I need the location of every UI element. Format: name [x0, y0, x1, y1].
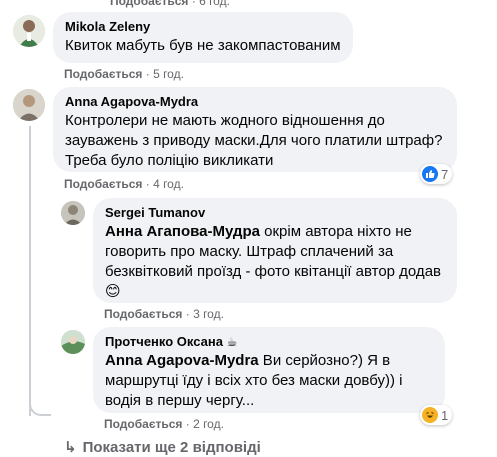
comment-text: Квиток мабуть був не закомпастованим: [65, 37, 341, 54]
comment-meta: Подобається · 4 год.: [64, 177, 184, 191]
avatar-image-icon: [61, 201, 85, 225]
reply-thread-line: [29, 126, 31, 416]
timestamp: 2 год.: [193, 417, 224, 431]
reaction-summary[interactable]: 1: [420, 405, 453, 425]
avatar-image-icon: [13, 15, 45, 47]
like-reaction-icon: [422, 166, 438, 182]
reaction-count: 7: [441, 166, 449, 182]
mention-link[interactable]: Анна Агапова-Мудра: [105, 223, 260, 240]
comment-author[interactable]: Anna Agapova-Mydra: [65, 94, 445, 110]
reply-bubble: Протченко Оксана ☕ Anna Agapova-Mydra Ви…: [93, 327, 445, 413]
like-link[interactable]: Подобається: [64, 67, 142, 81]
like-link[interactable]: Подобається: [104, 417, 182, 431]
reply-text: Анна Агапова-Мудра окрім автора ніхто не…: [105, 223, 441, 300]
comment-bubble: Anna Agapova-Mydra Контролери не мають ж…: [53, 87, 457, 172]
like-link[interactable]: Подобається: [64, 177, 142, 191]
timestamp: 4 год.: [153, 177, 184, 191]
comment-author[interactable]: Mikola Zeleny: [65, 19, 341, 35]
coffee-icon: ☕: [226, 335, 238, 349]
smile-emoji-icon: 😊: [105, 283, 121, 300]
previous-comment-meta: Подобається · 6 год.: [110, 0, 230, 9]
avatar[interactable]: [13, 15, 45, 47]
like-link[interactable]: Подобається: [104, 307, 182, 321]
avatar-image-icon: [13, 89, 45, 121]
avatar-image-icon: [61, 330, 85, 354]
reaction-summary[interactable]: 7: [420, 164, 453, 184]
reply-meta: Подобається · 2 год.: [104, 417, 224, 431]
avatar[interactable]: [61, 330, 85, 354]
timestamp: 6 год.: [199, 0, 230, 8]
timestamp: 5 год.: [153, 67, 184, 81]
reply-author[interactable]: Sergei Tumanov: [105, 205, 445, 221]
reply-bubble: Sergei Tumanov Анна Агапова-Мудра окрім …: [93, 198, 457, 303]
comment-bubble: Mikola Zeleny Квиток мабуть був не заком…: [53, 12, 353, 63]
reply-connector: [29, 394, 51, 416]
haha-reaction-icon: [422, 407, 438, 423]
reply-text: Anna Agapova-Mydra Ви серйозно?) Я в мар…: [105, 352, 403, 409]
show-more-replies-button[interactable]: ↳ Показати ще 2 відповіді: [64, 439, 261, 457]
avatar[interactable]: [61, 201, 85, 225]
timestamp: 3 год.: [193, 307, 224, 321]
reply-arrow-icon: ↳: [64, 439, 77, 456]
mention-link[interactable]: Anna Agapova-Mydra: [105, 352, 259, 369]
show-more-label: Показати ще 2 відповіді: [82, 439, 261, 456]
avatar[interactable]: [13, 89, 45, 121]
like-link[interactable]: Подобається: [110, 0, 188, 8]
reaction-count: 1: [441, 407, 449, 423]
comment-text: Контролери не мають жодного відношення д…: [65, 112, 443, 169]
reply-meta: Подобається · 3 год.: [104, 307, 224, 321]
comment-meta: Подобається · 5 год.: [64, 67, 184, 81]
reply-author[interactable]: Протченко Оксана ☕: [105, 334, 433, 350]
